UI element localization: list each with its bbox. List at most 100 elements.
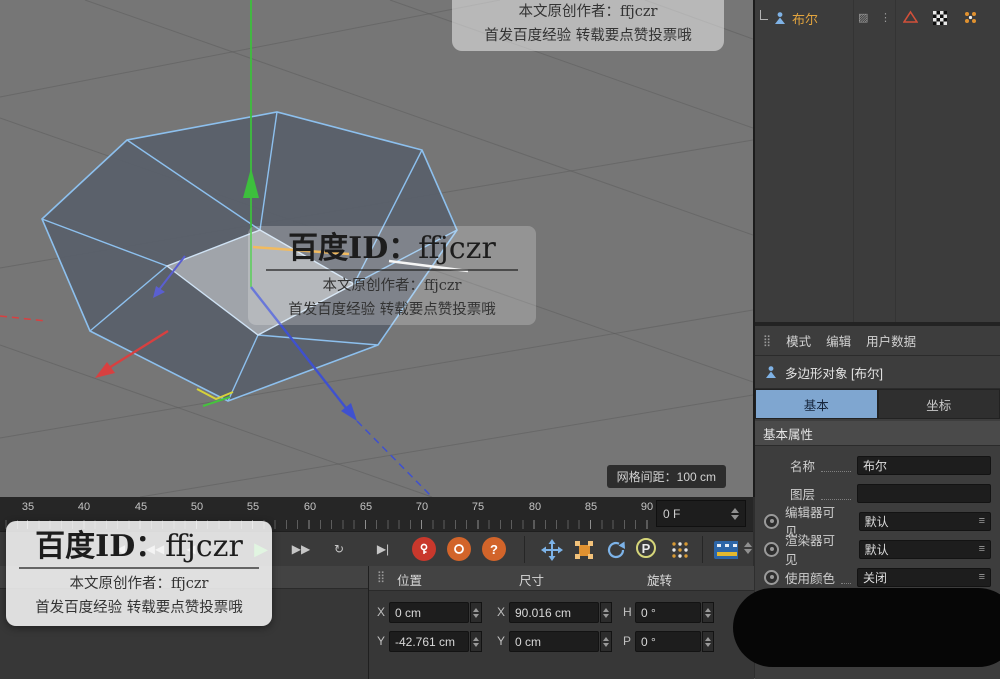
move-tool-button[interactable] — [540, 538, 564, 562]
frame-stepper[interactable] — [731, 507, 739, 520]
coordinates-panel: ⣿ 位置 尺寸 旋转 X 0 cm X 90.016 cm H 0 ° Y -4… — [368, 566, 754, 679]
pos-x-field[interactable]: 0 cm — [389, 602, 469, 623]
field-row-name: 名称 布尔 — [755, 452, 1000, 478]
renderer-visible-dropdown[interactable]: 默认 ≡ — [858, 539, 991, 559]
dots-tag-icon[interactable]: ⋮ — [880, 11, 891, 24]
menu-user-data[interactable]: 用户数据 — [866, 331, 916, 350]
size-axis-label: X — [497, 605, 506, 619]
keyframe-selection-button[interactable]: ? — [482, 537, 506, 561]
tick-label: 55 — [246, 501, 260, 513]
next-frame-icon: ▶▶ — [291, 542, 311, 556]
loop-button[interactable]: ↻ — [324, 536, 354, 562]
current-frame-value: 0 F — [663, 506, 681, 521]
tick-label: 70 — [415, 501, 429, 513]
polygon-object-icon — [766, 366, 776, 378]
phong-tag[interactable] — [963, 10, 978, 30]
size-x-field[interactable]: 90.016 cm — [509, 602, 599, 623]
name-label: 名称 — [790, 459, 816, 474]
polygon-state-tag[interactable] — [902, 10, 919, 29]
rot-p-stepper[interactable] — [702, 631, 714, 652]
cinema4d-window: 网格间距：100 cm 35 40 45 50 55 60 65 70 75 8… — [0, 0, 1000, 679]
tab-basic[interactable]: 基本 — [755, 389, 878, 419]
watermark-top: 百度ID：ffjczr 本文原创作者：ffjczr 首发百度经验 转载要点赞投票… — [452, 0, 724, 51]
rotation-header: 旋转 — [647, 574, 673, 588]
editor-visible-toggle[interactable] — [764, 513, 779, 529]
tick-label: 85 — [584, 501, 598, 513]
watermark-title: 百度ID：ffjczr — [288, 231, 496, 266]
toolbar-stepper[interactable] — [744, 542, 752, 554]
dotted-leader — [841, 571, 851, 584]
menu-lines-icon: ≡ — [978, 571, 985, 583]
menu-mode[interactable]: 模式 — [786, 331, 811, 350]
censor-blob — [733, 588, 1000, 667]
tick-label: 45 — [134, 501, 148, 513]
polygon-object-icon — [775, 12, 785, 24]
triangle-icon — [902, 10, 919, 23]
tree-connector — [760, 9, 768, 20]
snap-settings-button[interactable] — [668, 538, 692, 562]
pos-axis-label: X — [377, 605, 386, 619]
tab-coordinates[interactable]: 坐标 — [877, 389, 1000, 419]
coordinate-system-button[interactable]: P — [636, 538, 656, 558]
x-axis-dashed-line — [0, 315, 47, 322]
menu-edit[interactable]: 编辑 — [826, 331, 851, 350]
rot-h-stepper[interactable] — [702, 602, 714, 623]
drag-handle-icon[interactable]: ⣿ — [763, 334, 771, 347]
layer-label: 图层 — [790, 487, 816, 502]
pos-y-stepper[interactable] — [470, 631, 482, 652]
watermark-center: 百度ID：ffjczr 本文原创作者：ffjczr 首发百度经验 转载要点赞投票… — [248, 226, 536, 325]
goto-end-button[interactable]: ▶| — [368, 536, 398, 562]
use-color-toggle[interactable] — [764, 569, 779, 585]
dotted-leader — [821, 487, 851, 500]
pos-x-stepper[interactable] — [470, 602, 482, 623]
column-divider — [853, 0, 854, 322]
watermark-promo-line: 首发百度经验 转载要点赞投票哦 — [484, 27, 692, 44]
renderer-visible-toggle[interactable] — [764, 541, 779, 557]
orange-dots-icon — [965, 12, 976, 23]
editor-visible-value: 默认 — [864, 514, 889, 529]
attribute-menu-bar: ⣿ 模式 编辑 用户数据 — [755, 326, 1000, 356]
size-x-stepper[interactable] — [600, 602, 612, 623]
current-frame-field[interactable]: 0 F — [656, 500, 746, 527]
goto-end-icon: ▶| — [376, 542, 390, 556]
rot-p-field[interactable]: 0 ° — [635, 631, 701, 652]
editor-visible-dropdown[interactable]: 默认 ≡ — [858, 511, 991, 531]
object-title-text: 多边形对象 [布尔] — [785, 366, 883, 381]
scale-icon — [575, 541, 593, 559]
menu-lines-icon: ≡ — [978, 515, 985, 527]
texture-tag-icon[interactable]: ▨ — [858, 11, 868, 24]
name-input[interactable]: 布尔 — [857, 455, 991, 475]
watermark-title: 百度ID：ffjczr — [35, 529, 243, 564]
use-color-dropdown[interactable]: 关闭 ≡ — [857, 567, 991, 587]
watermark-promo-line: 首发百度经验 转载要点赞投票哦 — [288, 301, 496, 318]
field-row-use-color: 使用颜色 关闭 ≡ — [755, 564, 1000, 590]
question-icon: ? — [490, 541, 498, 557]
render-settings-button[interactable] — [714, 538, 738, 562]
pos-axis-label: Y — [377, 634, 386, 648]
autokey-button[interactable] — [447, 537, 471, 561]
use-color-label: 使用颜色 — [785, 571, 836, 586]
toolbar-divider — [524, 536, 525, 563]
pos-y-field[interactable]: -42.761 cm — [389, 631, 469, 652]
object-item-boole[interactable]: 布尔 — [760, 8, 818, 28]
move-icon — [541, 539, 563, 561]
next-frame-button[interactable]: ▶▶ — [286, 536, 316, 562]
layer-input[interactable] — [857, 483, 991, 503]
record-keyframe-button[interactable] — [412, 537, 436, 561]
rotate-tool-button[interactable] — [604, 538, 628, 562]
tick-label: 65 — [359, 501, 373, 513]
size-axis-label: Y — [497, 634, 506, 648]
attribute-object-title: 多边形对象 [布尔] — [755, 356, 1000, 389]
rot-h-field[interactable]: 0 ° — [635, 602, 701, 623]
section-basic-properties[interactable]: 基本属性 — [755, 421, 1000, 446]
use-color-value: 关闭 — [863, 570, 888, 585]
position-header: 位置 — [397, 574, 423, 588]
attribute-tabs: 基本 坐标 — [755, 389, 1000, 419]
scale-tool-button[interactable] — [572, 538, 596, 562]
size-y-field[interactable]: 0 cm — [509, 631, 599, 652]
size-y-stepper[interactable] — [600, 631, 612, 652]
drag-handle-icon[interactable]: ⣿ — [377, 570, 385, 583]
column-divider — [895, 0, 896, 322]
texture-checker-tag[interactable] — [933, 11, 947, 25]
tick-label: 80 — [528, 501, 542, 513]
